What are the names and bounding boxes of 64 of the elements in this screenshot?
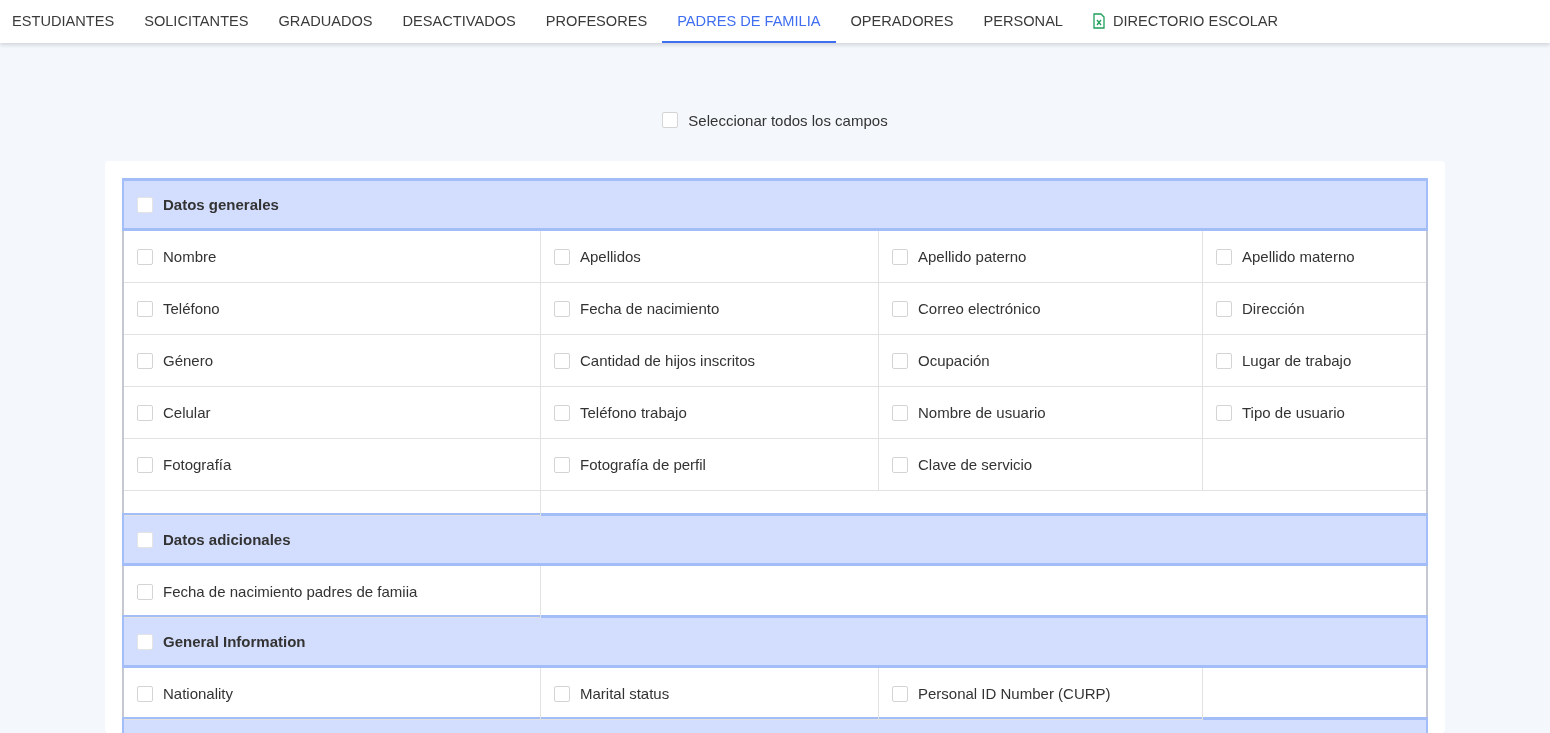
section-title: Datos generales	[163, 196, 279, 213]
checkbox[interactable]	[137, 685, 153, 702]
tab[interactable]: ESTUDIANTES	[0, 0, 130, 43]
checkbox[interactable]	[662, 112, 679, 128]
checkbox[interactable]	[137, 248, 153, 265]
checkbox[interactable]	[137, 456, 153, 473]
field-label: Apellido materno	[1242, 248, 1355, 265]
checkbox[interactable]	[892, 352, 908, 369]
tab[interactable]: SOLICITANTES	[129, 0, 264, 43]
checkbox[interactable]	[554, 300, 570, 317]
select-all-label: Seleccionar todos los campos	[688, 111, 888, 129]
field-label: Apellidos	[580, 248, 641, 265]
checkbox[interactable]	[1216, 404, 1232, 421]
tab[interactable]: GRADUADOS	[263, 0, 388, 43]
field-label: Teléfono	[163, 300, 220, 317]
field-label: Clave de servicio	[918, 456, 1033, 473]
field-label: Nombre	[163, 248, 217, 265]
checkbox[interactable]	[137, 352, 153, 369]
spreadsheet-file-icon	[1093, 12, 1105, 29]
tab[interactable]: DESACTIVADOS	[387, 0, 531, 43]
field-label: Teléfono trabajo	[580, 404, 687, 421]
tab[interactable]: PERSONAL	[968, 0, 1078, 43]
checkbox[interactable]	[1216, 352, 1232, 369]
checkbox[interactable]	[137, 531, 153, 548]
checkbox[interactable]	[137, 300, 153, 317]
checkbox[interactable]	[554, 456, 570, 473]
field-label: Fotografía de perfil	[580, 456, 706, 473]
field-label: Lugar de trabajo	[1242, 352, 1352, 369]
field-label: Personal ID Number (CURP)	[918, 685, 1111, 702]
field-label: Cantidad de hijos inscritos	[580, 352, 756, 369]
checkbox[interactable]	[1216, 300, 1232, 317]
checkbox[interactable]	[137, 196, 153, 213]
field-label: Apellido paterno	[918, 248, 1027, 265]
section-title: Datos adicionales	[163, 531, 291, 548]
checkbox[interactable]	[892, 685, 908, 702]
checkbox[interactable]	[554, 685, 570, 702]
field-label: Nationality	[163, 685, 234, 702]
tab[interactable]: OPERADORES	[835, 0, 969, 43]
checkbox[interactable]	[137, 583, 153, 600]
field-label: Fotografía	[163, 456, 232, 473]
field-label: Correo electrónico	[918, 300, 1041, 317]
checkbox[interactable]	[1216, 248, 1232, 265]
checkbox[interactable]	[892, 300, 908, 317]
field-label: Ocupación	[918, 352, 990, 369]
checkbox[interactable]	[892, 456, 908, 473]
field-label: Celular	[163, 404, 211, 421]
checkbox[interactable]	[554, 248, 570, 265]
tab[interactable]: PROFESORES	[530, 0, 663, 43]
field-label: Fecha de nacimiento padres de famiia	[163, 583, 418, 600]
field-label: Nombre de usuario	[918, 404, 1046, 421]
checkbox[interactable]	[892, 248, 908, 265]
checkbox[interactable]	[554, 352, 570, 369]
tab[interactable]: DIRECTORIO ESCOLAR	[1078, 0, 1294, 43]
tab[interactable]: PADRES DE FAMILIA	[662, 0, 836, 43]
field-label: Fecha de nacimiento	[580, 300, 720, 317]
field-label: Género	[163, 352, 214, 369]
field-label: Dirección	[1242, 300, 1305, 317]
section-title: General Information	[163, 633, 306, 650]
checkbox[interactable]	[137, 633, 153, 650]
field-label: Marital status	[580, 685, 670, 702]
field-label: Tipo de usuario	[1242, 404, 1345, 421]
checkbox[interactable]	[137, 404, 153, 421]
checkbox[interactable]	[892, 404, 908, 421]
checkbox[interactable]	[554, 404, 570, 421]
